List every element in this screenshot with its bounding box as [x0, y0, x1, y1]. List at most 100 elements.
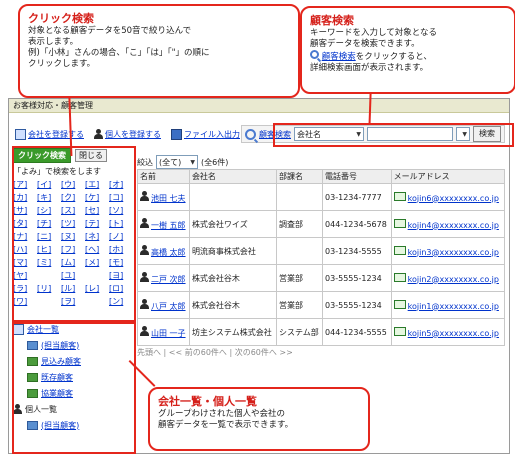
file-io-label: ファイル入出力 [184, 129, 240, 139]
table-cell [276, 237, 324, 265]
kana-panel-highlight [12, 146, 136, 322]
kana-callout: クリック検索 対象となる顧客データを50音で絞り込んで 表示します。 例)「小林… [18, 4, 300, 98]
register-person-label: 個人を登録する [105, 129, 161, 139]
table-cell: 営業部 [276, 264, 324, 292]
column-header: メールアドレス [390, 169, 506, 184]
person-name-link[interactable]: 二戸 次郎 [151, 275, 186, 284]
kana-callout-line: 対象となる顧客データを50音で絞り込んで [28, 26, 192, 36]
table-cell [276, 183, 324, 211]
mail-icon [393, 245, 406, 255]
table-cell: kojin4@xxxxxxxx.co.jp [390, 210, 506, 238]
table-cell: 坊主システム株式会社 [188, 318, 278, 346]
search-callout-link: 顧客検索 [321, 52, 356, 62]
mail-icon [393, 326, 406, 336]
table-cell: 二戸 次郎 [137, 264, 190, 292]
kana-callout-line: 表示します。 [28, 37, 79, 47]
person-name-link[interactable]: 山田 一子 [151, 329, 186, 338]
search-callout-line: 詳細検索画面が表示されます。 [310, 63, 429, 73]
person-name-link[interactable]: 一樹 五郎 [151, 221, 186, 230]
mail-icon [393, 272, 406, 282]
email-link[interactable]: kojin2@xxxxxxxx.co.jp [408, 275, 499, 284]
register-company-label: 会社を登録する [28, 129, 84, 139]
register-company-link[interactable]: 会社を登録する [15, 128, 84, 140]
mail-icon [393, 299, 406, 309]
table-cell: 03-5555-1234 [322, 291, 392, 319]
result-count: (全6件) [201, 157, 229, 167]
table-cell: 山田 一子 [137, 318, 190, 346]
table-cell: kojin2@xxxxxxxx.co.jp [390, 264, 506, 292]
kana-callout-title: クリック検索 [28, 12, 94, 25]
table-cell: 株式会社谷木 [188, 291, 278, 319]
filter-select-value: (全て) [159, 157, 182, 167]
search-callout-title: 顧客検索 [310, 14, 354, 27]
table-row: 山田 一子 坊主システム株式会社 システム部 044-1234-5555 kojin5@… [137, 318, 506, 346]
register-person-link[interactable]: 個人を登録する [94, 129, 161, 140]
email-link[interactable]: kojin3@xxxxxxxx.co.jp [408, 248, 499, 257]
mail-icon [393, 218, 406, 228]
email-link[interactable]: kojin6@xxxxxxxx.co.jp [408, 194, 499, 203]
person-icon [140, 271, 149, 282]
filter-select[interactable]: (全て) ▼ [156, 155, 198, 169]
table-cell: 明流商事株式会社 [188, 237, 278, 265]
table-cell [188, 183, 278, 211]
group-list-highlight [12, 322, 136, 454]
toolbar: 会社を登録する 個人を登録する ファイル入出力 [15, 127, 240, 141]
table-cell: 株式会社ワイズ [188, 210, 278, 238]
table-row: 池田 七夫 03-1234-7777 kojin6@xxxxxxxx.co.jp [137, 183, 506, 211]
customer-table: 名前 会社名 部課名 電話番号 メールアドレス 池田 七夫 03-1234-7777 koj… [137, 169, 506, 346]
table-cell: 池田 七夫 [137, 183, 190, 211]
table-cell: システム部 [276, 318, 324, 346]
search-bar-highlight [273, 123, 514, 147]
person-name-link[interactable]: 八戸 太郎 [151, 302, 186, 311]
column-header: 名前 [137, 169, 190, 184]
person-name-link[interactable]: 高橋 太郎 [151, 248, 186, 257]
table-cell: 高橋 太郎 [137, 237, 190, 265]
list-callout-title: 会社一覧・個人一覧 [158, 395, 257, 408]
chevron-down-icon: ▼ [190, 158, 195, 166]
person-name-link[interactable]: 池田 七夫 [151, 194, 186, 203]
table-cell: 044-1234-5678 [322, 210, 392, 238]
table-cell: kojin1@xxxxxxxx.co.jp [390, 291, 506, 319]
search-icon [310, 50, 319, 59]
email-link[interactable]: kojin4@xxxxxxxx.co.jp [408, 221, 499, 230]
email-link[interactable]: kojin1@xxxxxxxx.co.jp [408, 302, 499, 311]
filter-bar: 絞込 (全て) ▼ (全6件) [137, 155, 228, 169]
table-cell: 八戸 太郎 [137, 291, 190, 319]
table-row: 一樹 五郎 株式会社ワイズ 調査部 044-1234-5678 kojin4@xxxxx… [137, 210, 506, 238]
column-header: 会社名 [188, 169, 278, 184]
email-link[interactable]: kojin5@xxxxxxxx.co.jp [408, 329, 499, 338]
table-cell: 一樹 五郎 [137, 210, 190, 238]
column-header: 電話番号 [322, 169, 392, 184]
search-callout-line: 顧客検索をクリックすると、 [310, 50, 506, 63]
table-row: 二戸 次郎 株式会社谷木 営業部 03-5555-1234 kojin2@xxxxxxx… [137, 264, 506, 292]
table-cell: kojin6@xxxxxxxx.co.jp [390, 183, 506, 211]
table-row: 八戸 太郎 株式会社谷木 営業部 03-5555-1234 kojin1@xxxxxxx… [137, 291, 506, 319]
kana-callout-line: クリックします。 [28, 59, 96, 69]
window-title: お客様対応・顧客管理 [9, 99, 509, 113]
person-icon [140, 217, 149, 228]
column-header: 部課名 [276, 169, 324, 184]
floppy-icon [171, 128, 182, 140]
table-cell: kojin5@xxxxxxxx.co.jp [390, 318, 506, 346]
table-row: 高橋 太郎 明流商事株式会社 03-1234-5555 kojin3@xxxxxxxx… [137, 237, 506, 265]
search-callout-text: をクリックすると、 [355, 52, 432, 62]
person-icon [140, 298, 149, 309]
search-callout-line: 顧客データを検索できます。 [310, 39, 420, 49]
table-cell: 03-1234-5555 [322, 237, 392, 265]
filter-label: 絞込 [137, 157, 153, 167]
table-header-row: 名前 会社名 部課名 電話番号 メールアドレス [137, 169, 506, 184]
file-io-link[interactable]: ファイル入出力 [171, 128, 240, 140]
list-callout-line: 顧客データを一覧で表示できます。 [158, 420, 294, 430]
kana-callout-line: 例)「小林」さんの場合、「こ」「は」「"」の順に [28, 48, 210, 58]
person-icon [94, 129, 103, 139]
person-icon [140, 244, 149, 255]
pager: 先頭へ | << 前の60件へ | 次の60件へ >> [137, 348, 293, 357]
person-icon [140, 190, 149, 201]
search-callout-line: キーワードを入力して対象となる [310, 28, 437, 38]
company-icon [15, 128, 26, 140]
search-callout: 顧客検索 キーワードを入力して対象となる 顧客データを検索できます。 顧客検索を… [300, 6, 515, 94]
list-callout: 会社一覧・個人一覧 グループわけされた個人や会社の 顧客データを一覧で表示できま… [148, 387, 370, 451]
table-cell: 調査部 [276, 210, 324, 238]
mail-icon [393, 191, 406, 201]
search-icon[interactable] [245, 128, 256, 140]
